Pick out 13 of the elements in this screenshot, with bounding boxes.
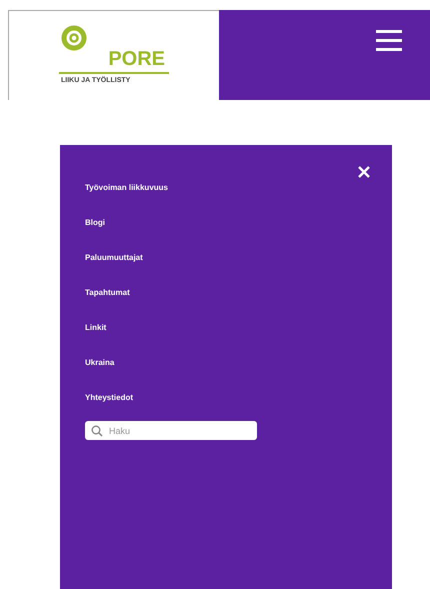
target-icon bbox=[61, 25, 87, 51]
menu-item[interactable]: Linkit bbox=[85, 323, 106, 333]
menu-item[interactable]: Työvoiman liikkuvuus bbox=[85, 183, 168, 193]
menu-item[interactable]: Tapahtumat bbox=[85, 288, 130, 298]
menu-item[interactable]: Yhteystiedot bbox=[85, 393, 134, 403]
menu-item[interactable]: Blogi bbox=[85, 218, 105, 228]
search-field[interactable]: Haku bbox=[85, 421, 257, 440]
menu-icon[interactable] bbox=[376, 30, 402, 52]
search-icon bbox=[91, 425, 103, 437]
menu-item[interactable]: Paluumuuttajat bbox=[85, 253, 143, 263]
menu-item[interactable]: Ukraina bbox=[85, 358, 114, 368]
logo-name: PORE bbox=[107, 49, 166, 69]
close-icon[interactable] bbox=[358, 166, 370, 178]
